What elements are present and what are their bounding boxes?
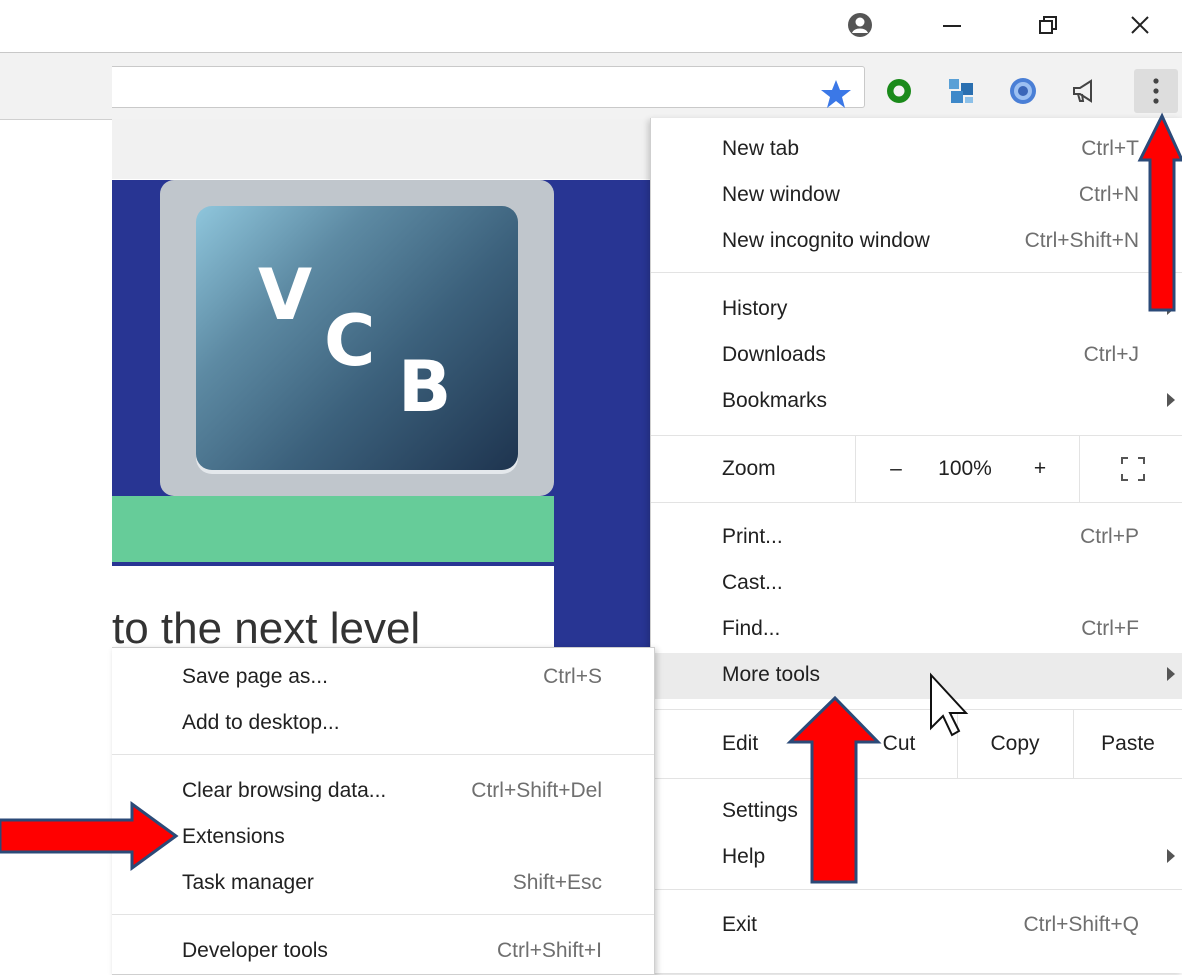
menu-item-label: Bookmarks bbox=[722, 389, 828, 412]
more-tools-submenu: Save page as... Ctrl+S Add to desktop...… bbox=[112, 647, 655, 975]
menu-item-label: Help bbox=[722, 845, 766, 868]
title-bar bbox=[0, 0, 1182, 52]
logo-letter-v: V bbox=[258, 254, 313, 336]
more-vert-icon[interactable] bbox=[1134, 69, 1178, 113]
menu-item-label: Downloads bbox=[722, 343, 826, 366]
menu-item-new-window[interactable]: New window Ctrl+N bbox=[651, 173, 1182, 219]
page-headline: to the next level bbox=[112, 604, 421, 648]
submenu-arrow-icon bbox=[1167, 667, 1175, 681]
profile-icon[interactable] bbox=[840, 8, 880, 42]
page-header-strip bbox=[112, 119, 652, 179]
close-icon[interactable] bbox=[1120, 8, 1160, 42]
menu-item-shortcut: Ctrl+S bbox=[543, 665, 602, 688]
menu-item-help[interactable]: Help bbox=[651, 835, 1182, 881]
menu-item-shortcut: Ctrl+N bbox=[1078, 183, 1139, 206]
bookmark-star-icon[interactable] bbox=[818, 76, 854, 112]
menu-item-label: New window bbox=[722, 183, 840, 206]
logo-letter-b: B bbox=[398, 346, 452, 428]
menu-item-more-tools[interactable]: More tools bbox=[651, 653, 1182, 699]
menu-divider bbox=[112, 914, 654, 915]
menu-item-history[interactable]: History bbox=[651, 287, 1182, 333]
menu-divider bbox=[112, 754, 654, 755]
menu-item-label: Extensions bbox=[182, 825, 285, 848]
menu-item-shortcut: Ctrl+J bbox=[1083, 343, 1139, 366]
menu-item-label: Add to desktop... bbox=[182, 711, 340, 734]
menu-item-label: History bbox=[722, 297, 788, 320]
submenu-item-extensions[interactable]: Extensions bbox=[112, 815, 654, 861]
menu-item-label: Save page as... bbox=[182, 665, 328, 688]
minimize-icon[interactable] bbox=[932, 8, 972, 42]
submenu-arrow-icon bbox=[1167, 849, 1175, 863]
edit-row: Edit Cut Copy Paste bbox=[651, 710, 1182, 778]
address-bar[interactable] bbox=[112, 66, 865, 108]
menu-item-label: Task manager bbox=[182, 871, 314, 894]
menu-divider bbox=[651, 889, 1182, 890]
restore-icon[interactable] bbox=[1028, 8, 1068, 42]
submenu-item-clear-browsing-data[interactable]: Clear browsing data... Ctrl+Shift+Del bbox=[112, 769, 654, 815]
menu-item-label: New tab bbox=[722, 137, 800, 160]
menu-item-label: Developer tools bbox=[182, 939, 328, 962]
submenu-arrow-icon bbox=[1167, 393, 1175, 407]
chrome-main-menu: New tab Ctrl+T New window Ctrl+N New inc… bbox=[650, 118, 1182, 973]
menu-item-downloads[interactable]: Downloads Ctrl+J bbox=[651, 333, 1182, 379]
menu-item-shortcut: Ctrl+F bbox=[1081, 617, 1139, 640]
fullscreen-icon[interactable] bbox=[1113, 436, 1153, 502]
blue-puzzle-extension-icon[interactable] bbox=[944, 74, 978, 108]
menu-item-label: Print... bbox=[722, 525, 783, 548]
logo-letter-c: C bbox=[324, 300, 376, 382]
submenu-item-save-page[interactable]: Save page as... Ctrl+S bbox=[112, 655, 654, 701]
menu-item-cast[interactable]: Cast... bbox=[651, 561, 1182, 607]
menu-item-label: Clear browsing data... bbox=[182, 779, 387, 802]
green-ring-extension-icon[interactable] bbox=[882, 74, 916, 108]
menu-item-new-incognito-window[interactable]: New incognito window Ctrl+Shift+N bbox=[651, 219, 1182, 265]
menu-item-find[interactable]: Find... Ctrl+F bbox=[651, 607, 1182, 653]
zoom-in-button[interactable]: + bbox=[1017, 436, 1063, 502]
submenu-item-add-to-desktop[interactable]: Add to desktop... bbox=[112, 701, 654, 747]
menu-item-new-tab[interactable]: New tab Ctrl+T bbox=[651, 127, 1182, 173]
menu-divider bbox=[651, 272, 1182, 273]
menu-item-bookmarks[interactable]: Bookmarks bbox=[651, 379, 1182, 425]
zoom-divider bbox=[855, 436, 856, 502]
submenu-item-developer-tools[interactable]: Developer tools Ctrl+Shift+I bbox=[112, 929, 654, 975]
green-banner bbox=[112, 496, 554, 562]
zoom-divider bbox=[1079, 436, 1080, 502]
menu-item-settings[interactable]: Settings bbox=[651, 789, 1182, 835]
zoom-row: Zoom – 100% + bbox=[651, 436, 1182, 502]
menu-item-label: More tools bbox=[722, 663, 821, 686]
menu-item-label: Find... bbox=[722, 617, 781, 640]
menu-item-shortcut: Ctrl+Shift+I bbox=[496, 939, 602, 962]
menu-item-shortcut: Ctrl+Shift+Q bbox=[1023, 913, 1139, 936]
menu-divider bbox=[651, 502, 1182, 503]
edit-label: Edit bbox=[722, 732, 759, 755]
cut-button[interactable]: Cut bbox=[841, 710, 957, 778]
blue-globe-extension-icon[interactable] bbox=[1006, 74, 1040, 108]
menu-item-shortcut: Ctrl+P bbox=[1080, 525, 1139, 548]
menu-item-label: Cast... bbox=[722, 571, 783, 594]
zoom-out-button[interactable]: – bbox=[873, 436, 919, 502]
menu-item-shortcut: Ctrl+Shift+Del bbox=[471, 779, 602, 802]
menu-item-shortcut: Ctrl+T bbox=[1081, 137, 1139, 160]
menu-divider bbox=[651, 778, 1182, 779]
menu-item-print[interactable]: Print... Ctrl+P bbox=[651, 515, 1182, 561]
vcb-logo: V C B bbox=[196, 206, 518, 470]
submenu-item-task-manager[interactable]: Task manager Shift+Esc bbox=[112, 861, 654, 907]
menu-item-label: Settings bbox=[722, 799, 798, 822]
menu-item-exit[interactable]: Exit Ctrl+Shift+Q bbox=[651, 903, 1182, 949]
menu-item-shortcut: Shift+Esc bbox=[512, 871, 602, 894]
paste-button[interactable]: Paste bbox=[1073, 710, 1182, 778]
menu-item-shortcut: Ctrl+Shift+N bbox=[1024, 229, 1139, 252]
zoom-level: 100% bbox=[938, 457, 992, 480]
copy-button[interactable]: Copy bbox=[957, 710, 1073, 778]
menu-item-label: Exit bbox=[722, 913, 758, 936]
zoom-label: Zoom bbox=[722, 457, 776, 480]
submenu-arrow-icon bbox=[1167, 301, 1175, 315]
menu-item-label: New incognito window bbox=[722, 229, 930, 252]
megaphone-extension-icon[interactable] bbox=[1068, 74, 1102, 108]
